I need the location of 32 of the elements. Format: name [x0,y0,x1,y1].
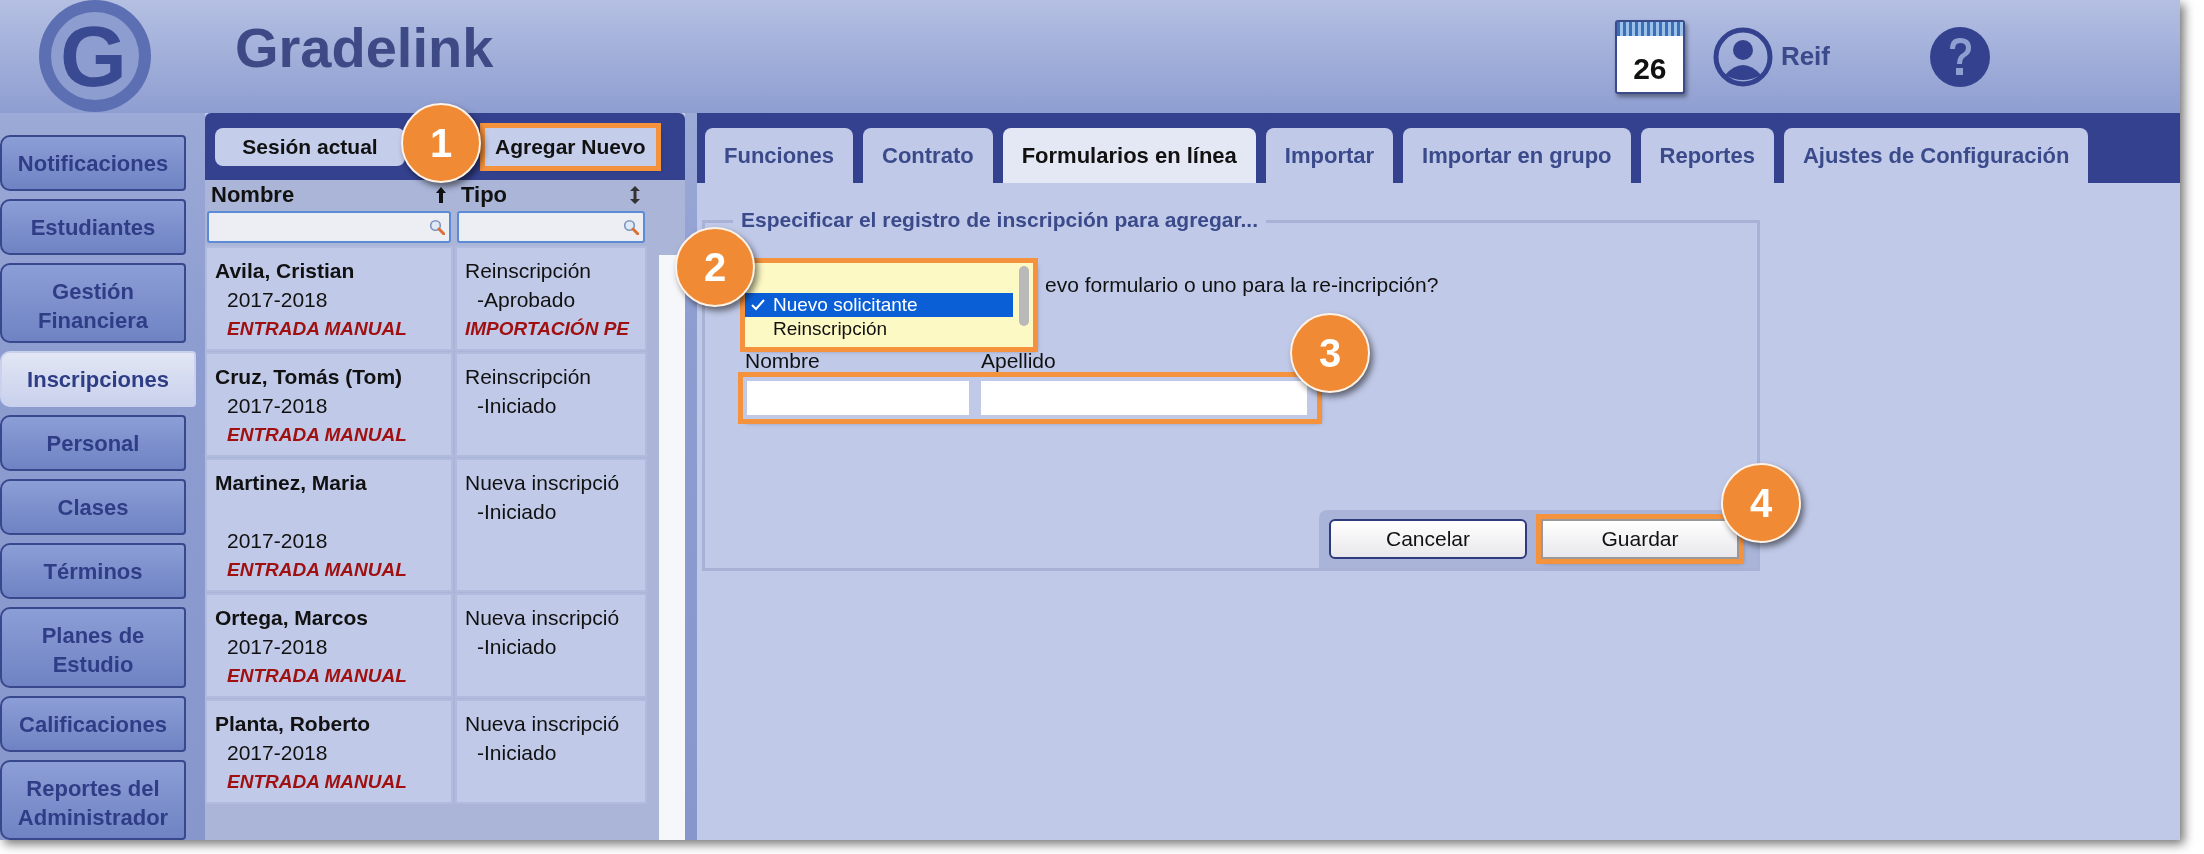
tab[interactable]: Formularios en línea [1002,128,1256,183]
step-badge: 4 [1721,463,1801,543]
step-badge: 3 [1290,313,1370,393]
calendar-icon[interactable]: 26 [1614,19,1685,94]
column-header[interactable]: Nombre [211,182,295,208]
table-cell[interactable]: Nueva inscripció -Iniciado [457,595,645,696]
brand-name: Gradelink [235,15,494,80]
tab[interactable]: Reportes [1640,128,1774,183]
nav-item[interactable]: Inscripciones [0,351,196,408]
user-name[interactable]: Reif [1780,41,1830,72]
tab[interactable]: Importar [1265,128,1394,183]
form-button[interactable]: Cancelar [1329,519,1527,559]
tab[interactable]: Funciones [705,128,853,183]
field-label: Apellido [981,349,1056,373]
table-cell[interactable]: Nueva inscripció -Iniciado [457,701,645,802]
panel-button[interactable]: Sesión actual [215,127,405,166]
table-cell[interactable]: Planta, Roberto 2017-2018 ENTRADA MANUAL [207,701,451,802]
table-cell[interactable]: Cruz, Tomás (Tom) 2017-2018 ENTRADA MANUAL [207,354,451,455]
table-cell[interactable]: Avila, Cristian 2017-2018 ENTRADA MANUAL [207,248,451,349]
table-cell[interactable]: Reinscripción -Aprobado IMPORTACIÓN PE [457,248,645,349]
tab[interactable]: Contrato [863,128,993,183]
dropdown-option[interactable]: Nuevo solicitante [745,293,1013,317]
question-text: evo formulario o uno para la re-incripción? [1045,273,1440,297]
table-cell[interactable]: Reinscripción -Iniciado [457,354,645,455]
tab[interactable]: Importar en grupo [1403,128,1631,183]
table-cell[interactable]: Ortega, Marcos 2017-2018 ENTRADA MANUAL [207,595,451,696]
field-label: Nombre [745,349,821,373]
column-header[interactable]: Tipo [461,182,508,208]
table-cell[interactable]: Martinez, Maria 2017-2018 ENTRADA MANUAL [207,460,451,590]
dropdown-option[interactable]: Reinscripción [745,317,1013,341]
tab[interactable]: Ajustes de Configuración [1783,128,2089,183]
table-cell[interactable]: Nueva inscripció -Iniciado [457,460,645,590]
